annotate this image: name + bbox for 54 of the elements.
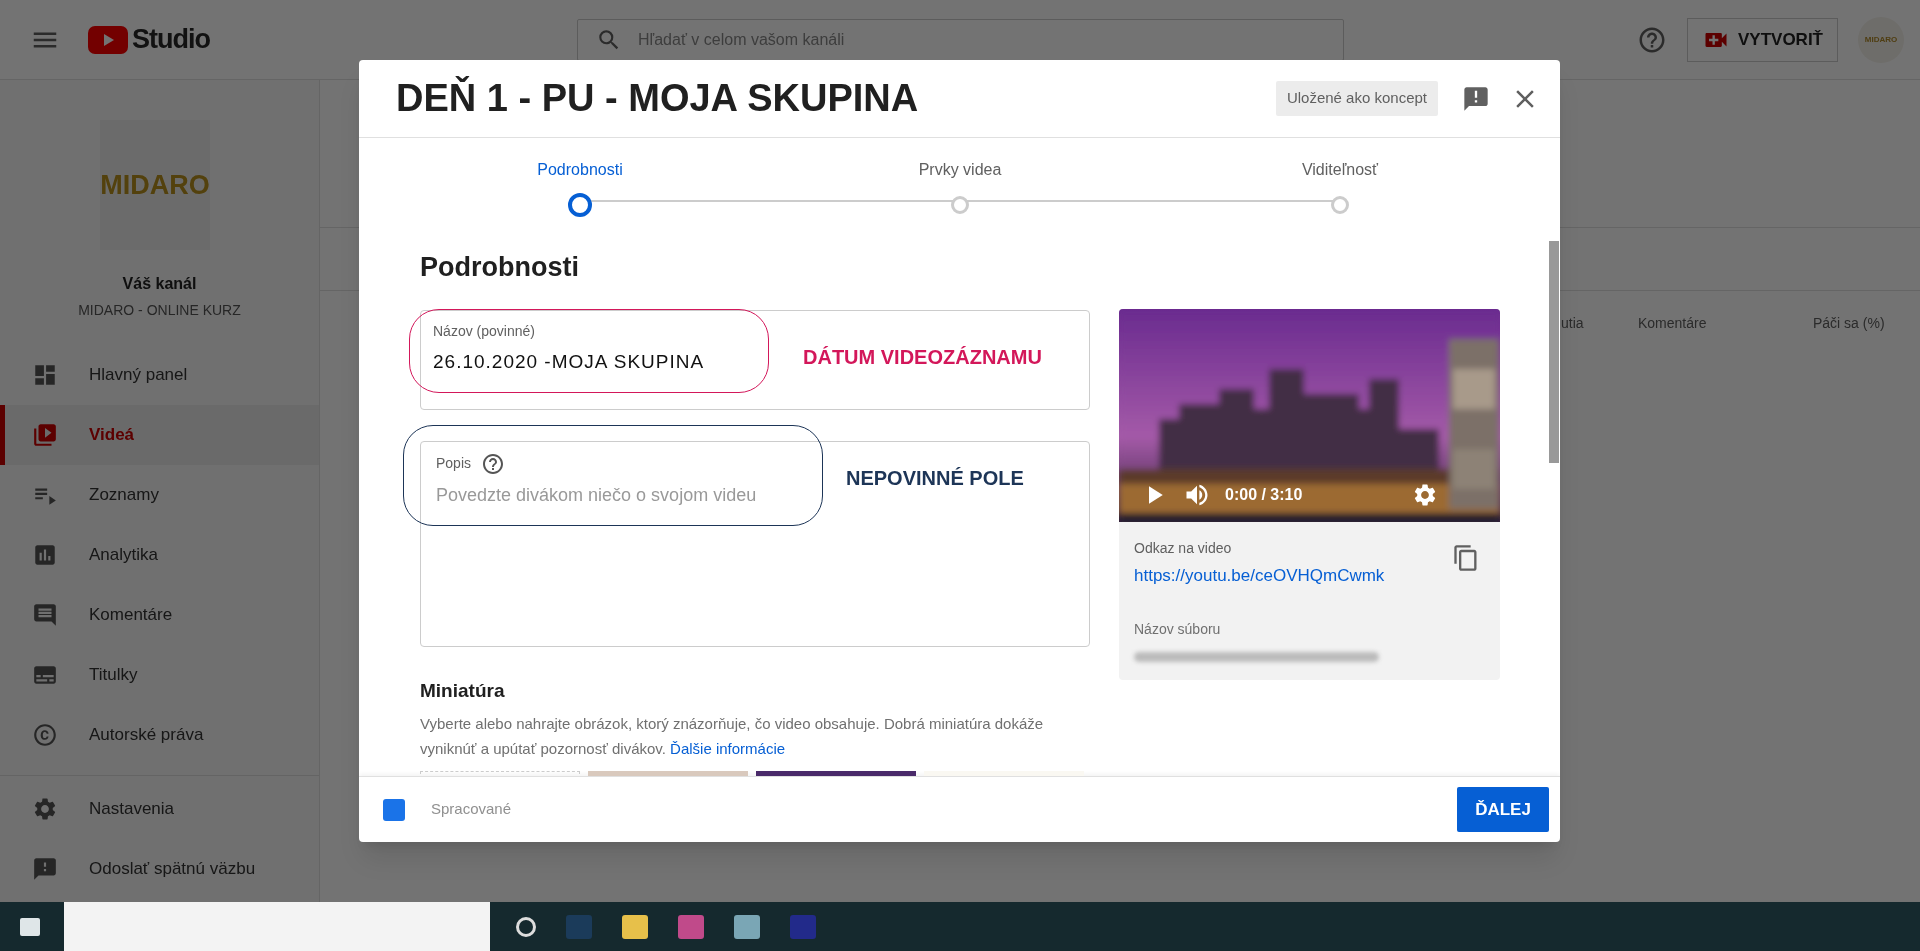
video-time: 0:00 / 3:10 [1225,485,1303,505]
feedback-icon[interactable] [1462,84,1490,113]
more-info-link[interactable]: Ďalšie informácie [670,740,786,757]
dashboard-icon [32,362,58,388]
help-icon[interactable] [481,451,506,476]
video-link[interactable]: https://youtu.be/ceOVHQmCwmk [1134,563,1485,589]
windows-start-icon[interactable] [20,917,40,936]
sidebar-item[interactable]: Titulky [0,645,319,705]
draft-badge: Uložené ako koncept [1275,81,1438,116]
thumbnail-heading: Miniatúra [420,678,506,703]
video-library-icon [32,422,58,448]
hd-icon [383,798,405,821]
sidebar-item[interactable]: Videá [0,405,319,465]
annotation-label: DÁTUM VIDEOZÁZNAMU [803,344,1042,370]
stepper-step[interactable]: Podrobnosti [480,158,680,217]
filename-label: Názov súboru [1134,619,1222,639]
sidebar-item[interactable]: Analytika [0,525,319,585]
taskbar-search-field[interactable] [64,902,490,951]
bar-chart-icon [32,542,58,568]
taskbar-app-icon[interactable] [622,914,648,939]
feedback-icon [32,856,58,882]
channel-logo[interactable]: MIDARO [100,120,210,250]
column-header[interactable]: Komentáre [1638,313,1813,334]
task-view-icon[interactable] [516,916,536,937]
logo-text: Studio [132,23,210,57]
play-logo-icon [88,25,128,54]
column-header[interactable]: utia [1561,313,1638,334]
thumbnail-description: Vyberte alebo nahrajte obrázok, ktorý znázorňuje, čo video obsahuje. Dobrá miniatúra dokáže vyniknúť a upútať pozornosť divákov. Ďalšie informácie [420,714,1045,759]
settings-icon[interactable] [1412,482,1438,508]
sidebar-item[interactable]: Odoslať spätnú väzbu [0,839,319,899]
column-header[interactable]: Páči sa (%) [1813,313,1885,334]
sidebar-item[interactable]: Hlavný panel [0,345,319,405]
comment-icon [32,602,58,628]
stepper-step[interactable]: Prvky videa [860,158,1060,217]
dialog-title: DEŇ 1 - PU - MOJA SKUPINA [396,75,920,121]
taskbar-app-icon[interactable] [734,914,760,939]
scrollbar[interactable] [1549,241,1559,463]
channel-name: MIDARO - ONLINE KURZ [77,301,242,320]
annotation-label: NEPOVINNÉ POLE [846,465,1024,491]
sidebar-item[interactable]: Komentáre [0,585,319,645]
avatar[interactable]: MIDARO [1858,16,1904,63]
channel-label: Váš kanál [121,274,198,294]
section-heading: Podrobnosti [420,251,580,284]
stepper-step[interactable]: Viditeľnosť [1240,158,1440,217]
sidebar-item[interactable]: Autorské práva [0,705,319,765]
next-button[interactable]: ĎALEJ [1457,787,1549,832]
processing-status: Spracované [431,799,513,820]
sidebar-item[interactable]: Zoznamy [0,465,319,525]
copy-icon[interactable] [1452,544,1480,572]
copyright-icon [32,722,58,748]
sidebar-item[interactable]: Nastavenia [0,779,319,839]
settings-icon [32,796,58,822]
create-button[interactable]: VYTVORIŤ [1687,17,1838,62]
link-label: Odkaz na video [1134,539,1232,558]
